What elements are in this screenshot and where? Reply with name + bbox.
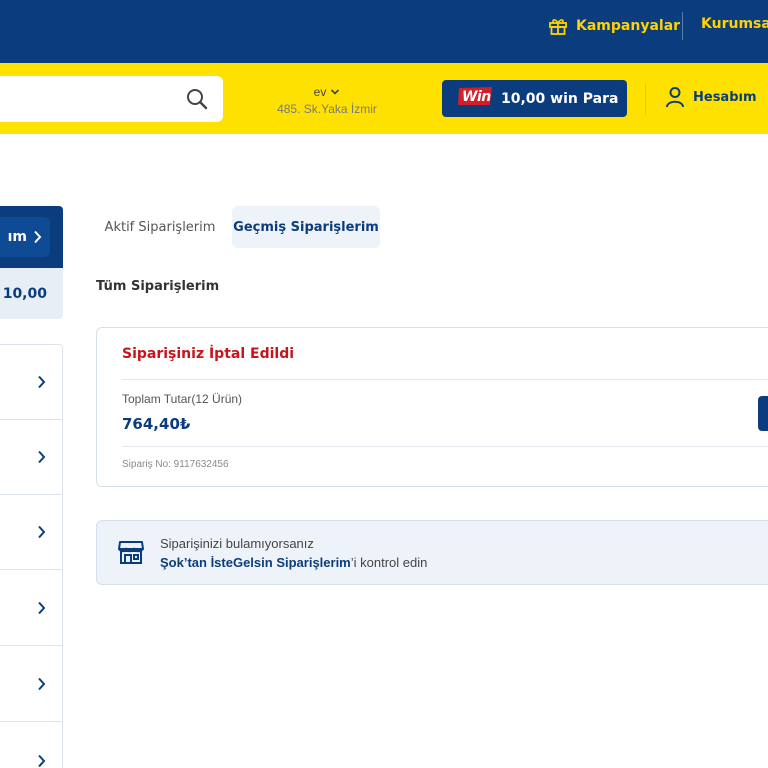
order-total-label: Toplam Tutar(12 Ürün): [122, 392, 243, 406]
sidebar-balance: 10,00: [0, 268, 63, 319]
info-suffix: ’i kontrol edin: [350, 555, 428, 570]
istegelsin-orders-link[interactable]: Şok’tan İsteGelsin Siparişlerim: [160, 555, 351, 570]
chevron-right-icon: [38, 450, 46, 464]
chevron-down-icon: [331, 89, 340, 95]
search-input[interactable]: [0, 76, 170, 122]
chevron-right-icon: [38, 375, 46, 389]
sidebar-menu-item[interactable]: [0, 647, 62, 722]
address-selector[interactable]: ev 485. Sk.Yaka İzmir: [262, 81, 392, 116]
top-bar: Kampanyalar Kurumsal: [0, 0, 768, 63]
search-box: [0, 76, 223, 122]
win-logo-mark: Win: [458, 87, 492, 105]
section-title: Tüm Siparişlerim: [96, 279, 220, 294]
account-button[interactable]: Hesabım: [665, 86, 757, 108]
sidebar-account-panel: ım: [0, 206, 63, 268]
header-divider: [645, 83, 646, 115]
campaigns-link[interactable]: Kampanyalar: [548, 14, 680, 38]
chevron-right-icon: [34, 230, 42, 244]
sidebar-menu-item[interactable]: [0, 420, 62, 495]
order-number: Sipariş No: 9117632456: [122, 459, 229, 470]
corporate-link[interactable]: Kurumsal: [701, 16, 768, 32]
address-name-row: ev: [314, 85, 341, 99]
order-status: Siparişiniz İptal Edildi: [122, 346, 295, 362]
sidebar-menu-item[interactable]: [0, 345, 62, 420]
user-icon: [666, 87, 684, 108]
chevron-right-icon: [38, 677, 46, 691]
sidebar-account-label: ım: [7, 229, 27, 245]
info-text: Siparişinizi bulamıyorsanız: [160, 536, 314, 551]
info-text-line2: Şok’tan İsteGelsin Siparişlerim’i kontro…: [160, 555, 427, 570]
chevron-right-icon: [38, 525, 46, 539]
win-logo: Win: [457, 85, 493, 112]
sidebar-menu-item[interactable]: [0, 495, 62, 570]
order-info-box: Siparişinizi bulamıyorsanız Şok’tan İste…: [96, 520, 768, 585]
campaigns-label: Kampanyalar: [576, 18, 681, 34]
store-icon: [118, 541, 144, 564]
search-icon[interactable]: [185, 87, 209, 111]
order-detail-button[interactable]: [758, 396, 768, 431]
win-balance: 10,00 win Para: [501, 90, 619, 107]
svg-text:Win: Win: [462, 89, 491, 105]
address-line: 485. Sk.Yaka İzmir: [277, 102, 377, 116]
chevron-right-icon: [38, 601, 46, 615]
win-wallet-button[interactable]: Win 10,00 win Para: [442, 80, 627, 117]
main-header: ev 485. Sk.Yaka İzmir Win 10,00 win Para…: [0, 63, 768, 134]
topbar-divider: [682, 12, 683, 40]
sidebar-account-button[interactable]: ım: [0, 217, 50, 257]
card-divider: [122, 379, 768, 380]
account-label: Hesabım: [693, 89, 757, 105]
order-total-value: 764,40₺: [122, 415, 191, 433]
tab-active-orders[interactable]: Aktif Siparişlerim: [96, 206, 224, 248]
sidebar-menu-item[interactable]: [0, 723, 62, 768]
sidebar-menu: [0, 344, 63, 768]
gift-icon: [549, 19, 567, 35]
sidebar-menu-item[interactable]: [0, 571, 62, 646]
chevron-right-icon: [38, 754, 46, 767]
tab-past-orders[interactable]: Geçmiş Siparişlerim: [232, 206, 380, 248]
address-name: ev: [313, 85, 327, 99]
order-card: Siparişiniz İptal Edildi Toplam Tutar(12…: [96, 327, 768, 487]
card-divider: [122, 446, 768, 447]
